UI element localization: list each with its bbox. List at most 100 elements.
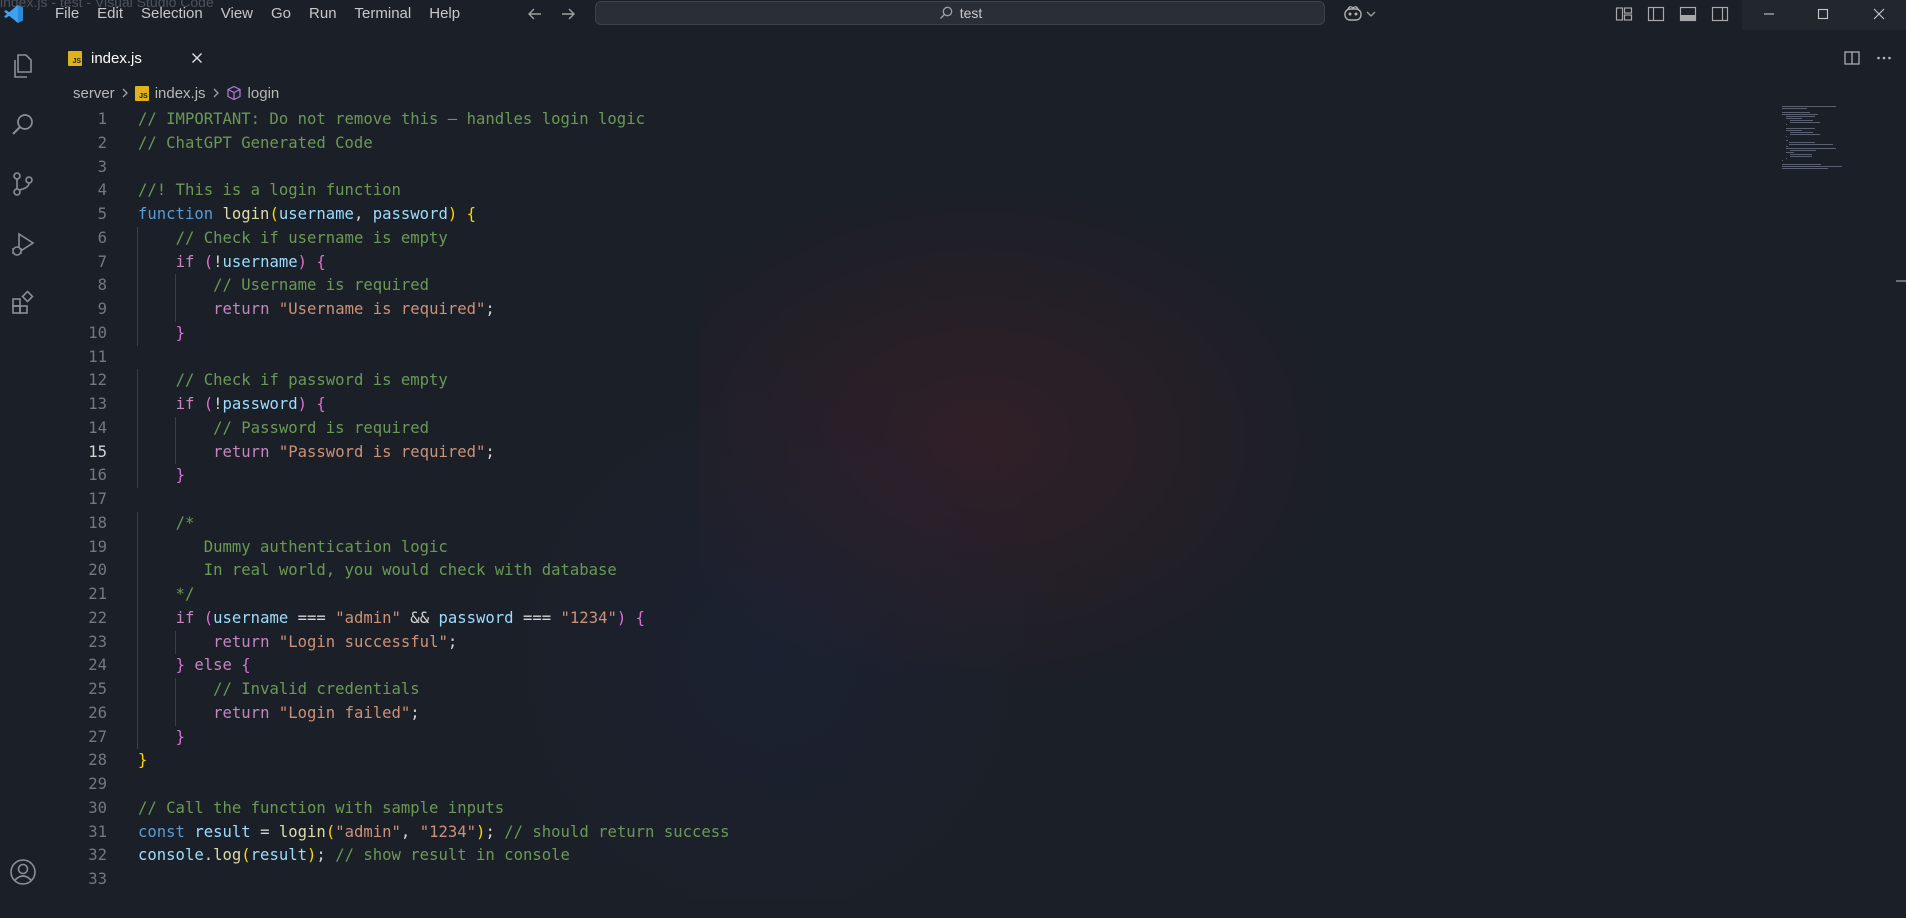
customize-layout-icon[interactable] [1614,4,1634,24]
code-text: if (username === "admin" && password ===… [175,608,646,627]
code-line[interactable]: 31 const result = login("admin", "1234");… [46,821,1756,845]
menu-view[interactable]: View [212,0,262,28]
menu-run[interactable]: Run [300,0,346,28]
code-line[interactable]: 16 } [46,464,1756,488]
extensions-icon[interactable] [6,286,40,320]
line-number: 10 [88,323,107,342]
code-line[interactable]: 21 */ [46,583,1756,607]
code-line[interactable]: 25 // Invalid credentials [46,678,1756,702]
code-line[interactable]: 23 return "Login successful"; [46,630,1756,655]
line-number: 33 [88,870,107,888]
code-line[interactable]: 22 if (username === "admin" && password … [46,606,1756,631]
search-icon[interactable] [6,108,40,142]
source-control-icon[interactable] [6,167,40,201]
line-number: 1 [97,110,107,128]
back-arrow-icon[interactable] [524,4,546,24]
code-text: // Check if password is empty [175,371,448,390]
line-number: 20 [88,561,107,580]
toggle-secondary-sidebar-icon[interactable] [1710,4,1730,24]
code-line[interactable]: 29 [46,773,1756,797]
vscode-logo-icon [2,4,24,24]
code-line[interactable]: 19 Dummy authentication logic [46,535,1756,560]
line-number: 27 [88,727,107,746]
run-debug-icon[interactable] [6,227,40,261]
code-line[interactable]: 27 } [46,725,1756,750]
code-line[interactable]: 1 // IMPORTANT: Do not remove this — hand… [46,108,1756,132]
menu-terminal[interactable]: Terminal [346,0,421,28]
line-number: 25 [88,680,107,698]
line-number: 12 [88,371,107,390]
code-text: function login(username, password) { [138,205,477,223]
code-line[interactable]: 4 //! This is a login function [46,179,1756,203]
copilot-button[interactable] [1342,3,1382,25]
toggle-primary-sidebar-icon[interactable] [1646,4,1666,24]
minimap-line [1782,164,1821,165]
line-number: 26 [88,703,107,722]
line-number: 32 [88,846,107,865]
code-line[interactable]: 8 // Username is required [46,274,1756,298]
code-text: In real world, you would check with data… [138,561,617,580]
code-line[interactable]: 15 return "Password is required"; [46,440,1756,465]
more-actions-icon[interactable] [1874,48,1894,68]
code-text: } [175,323,185,342]
code-text: // Call the function with sample inputs [138,798,505,817]
code-line[interactable]: 10 } [46,321,1756,346]
chevron-down-icon [1366,9,1376,19]
code-line[interactable]: 5 function login(username, password) { [46,203,1756,227]
menu-bar: File Edit Selection View Go Run Terminal… [46,0,469,28]
explorer-icon[interactable] [6,49,40,83]
code-line[interactable]: 6 // Check if username is empty [46,226,1756,251]
line-number: 22 [88,608,107,627]
close-tab-icon[interactable] [186,47,208,69]
search-icon [938,5,954,21]
code-line[interactable]: 30 // Call the function with sample input… [46,797,1756,821]
line-number: 4 [97,181,107,200]
minimap[interactable] [1782,106,1852,176]
code-line[interactable]: 26 return "Login failed"; [46,701,1756,726]
menu-go[interactable]: Go [262,0,300,28]
code-text: return "Login successful"; [213,632,458,651]
toggle-panel-icon[interactable] [1678,4,1698,24]
breadcrumb-symbol[interactable]: login [226,85,279,102]
scrollbar-marker[interactable] [1896,280,1906,282]
menu-edit[interactable]: Edit [88,0,132,28]
code-line[interactable]: 18 /* [46,511,1756,536]
account-icon[interactable] [6,855,40,889]
code-line[interactable]: 14 // Password is required [46,416,1756,441]
code-text: if (!password) { [175,395,326,413]
code-line[interactable]: 32 console.log(result); // show result in… [46,844,1756,868]
code-line[interactable]: 17 [46,488,1756,512]
code-line[interactable]: 33 [46,868,1756,892]
code-line[interactable]: 28} [46,749,1756,773]
menu-selection[interactable]: Selection [132,0,212,28]
maximize-icon[interactable] [1796,0,1850,28]
code-line[interactable]: 3 [46,156,1756,180]
breadcrumb-file[interactable]: JS index.js [134,85,206,102]
forward-arrow-icon[interactable] [557,4,579,24]
code-editor[interactable]: 1 // IMPORTANT: Do not remove this — hand… [46,108,1756,908]
line-number: 24 [88,656,107,675]
code-line[interactable]: 24 } else { [46,654,1756,678]
menu-help[interactable]: Help [420,0,469,28]
code-line[interactable]: 7 if (!username) { [46,250,1756,275]
close-window-icon[interactable] [1852,0,1906,28]
code-text: // Check if username is empty [175,228,448,247]
code-text: */ [138,585,195,603]
minimize-icon[interactable] [1742,0,1796,28]
code-line[interactable]: 11 [46,346,1756,370]
menu-file[interactable]: File [46,0,88,28]
code-line[interactable]: 9 return "Username is required"; [46,298,1756,322]
tab-index-js[interactable]: JS index.js [58,38,250,78]
breadcrumb-folder[interactable]: server [73,85,115,102]
line-number: 13 [88,395,107,413]
minimap-line [1782,108,1807,109]
command-center-search[interactable]: test [595,1,1325,25]
split-editor-icon[interactable] [1842,48,1862,68]
line-number: 29 [88,775,107,793]
code-line[interactable]: 2 // ChatGPT Generated Code [46,132,1756,156]
code-line[interactable]: 12 // Check if password is empty [46,369,1756,393]
minimap-line [1782,106,1836,107]
code-text: } [175,466,185,485]
code-line[interactable]: 20 In real world, you would check with d… [46,559,1756,583]
code-line[interactable]: 13 if (!password) { [46,393,1756,417]
